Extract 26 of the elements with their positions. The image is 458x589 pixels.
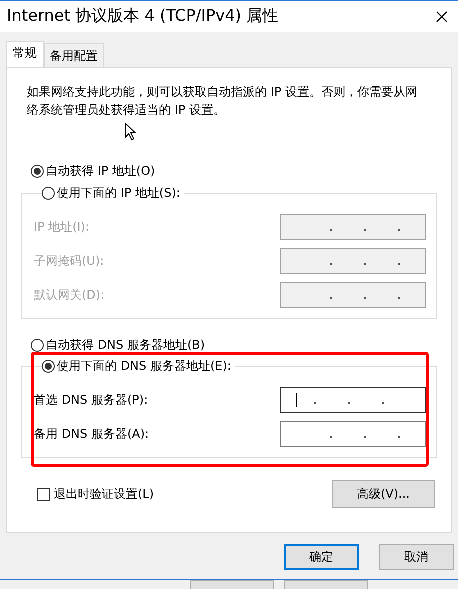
field-label: IP 地址(I): — [34, 218, 90, 236]
radio-button[interactable] — [31, 165, 44, 178]
radio-button[interactable] — [42, 187, 55, 200]
checkbox-label: 退出时验证设置(L) — [54, 486, 154, 502]
field-label: 默认网关(D): — [34, 286, 105, 304]
window-title: Internet 协议版本 4 (TCP/IPv4) 属性 — [7, 6, 279, 27]
description-text: 如果网络支持此功能，则可以获取自动指派的 IP 设置。否则，你需要从网络系统管理员处获得适当的 IP 设置。 — [27, 84, 418, 119]
radio-button[interactable] — [31, 339, 44, 352]
ok-button[interactable]: 确定 — [284, 544, 359, 570]
radio-button[interactable] — [42, 360, 55, 373]
tab[interactable]: 常规 — [6, 41, 44, 67]
advanced-button[interactable]: 高级(V)... — [332, 480, 435, 508]
radio-label: 使用下面的 DNS 服务器地址(E): — [57, 358, 232, 375]
radio-label: 自动获得 IP 地址(O) — [46, 163, 156, 180]
close-icon[interactable] — [436, 10, 448, 22]
radio-label: 使用下面的 IP 地址(S): — [57, 185, 180, 202]
checkbox[interactable] — [37, 488, 50, 500]
cancel-button[interactable]: 取消 — [379, 544, 454, 570]
field-label: 备用 DNS 服务器(A): — [34, 426, 150, 442]
field-label: 首选 DNS 服务器(P): — [34, 392, 148, 408]
radio-label: 自动获得 DNS 服务器地址(B) — [46, 337, 206, 354]
field-label: 子网掩码(U): — [34, 252, 104, 270]
mouse-pointer-icon — [125, 123, 137, 141]
tab[interactable]: 备用配置 — [44, 43, 104, 67]
ip-address-field[interactable] — [280, 387, 426, 413]
ip-address-field[interactable] — [280, 421, 426, 447]
